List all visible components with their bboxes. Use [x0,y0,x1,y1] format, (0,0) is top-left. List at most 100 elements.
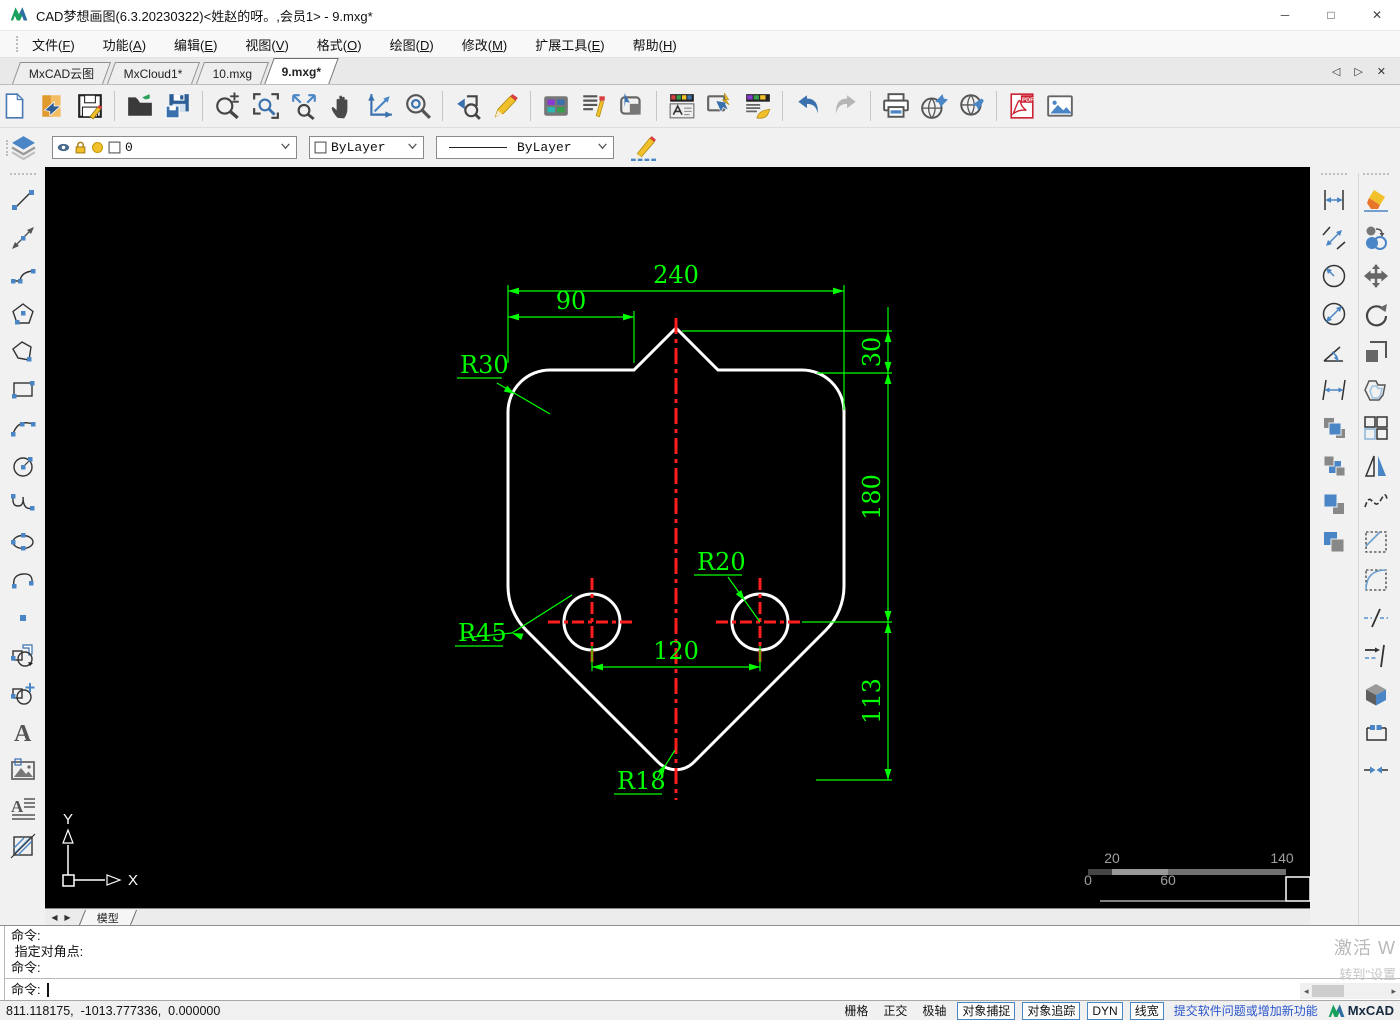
polygon-button[interactable] [7,298,38,329]
menu-item-m6[interactable]: 修改(M) [462,35,508,54]
select-object-button[interactable] [613,88,650,125]
insert-image-button[interactable] [1041,88,1078,125]
tab-scroll-right-button[interactable]: ▷ [1354,65,1362,78]
menu-item-h8[interactable]: 帮助(H) [633,35,677,54]
undo-button[interactable] [789,88,826,125]
zoom-center-button[interactable] [399,88,436,125]
fillet-button[interactable] [1361,564,1392,595]
color-palette-button[interactable] [537,88,574,125]
dim-linear-button[interactable] [1318,184,1349,215]
menu-item-e2[interactable]: 编辑(E) [174,35,217,54]
join-button[interactable] [1361,754,1392,785]
close-button[interactable]: ✕ [1354,0,1400,30]
arc-3point-button[interactable] [7,412,38,443]
feedback-link[interactable]: 提交软件问题或增加新功能 [1174,1002,1318,1019]
axis-tracking-button[interactable] [361,88,398,125]
spline-button[interactable] [7,488,38,519]
status-toggle-5[interactable]: DYN [1087,1001,1123,1020]
trim-button[interactable] [1361,602,1392,633]
edit-pencil-button[interactable] [487,88,524,125]
linetype-select[interactable]: ByLayer [436,136,614,159]
document-tab-MxCAD[interactable]: MxCAD云图 [11,62,112,84]
rectangle-button[interactable] [7,374,38,405]
status-toggle-4[interactable]: 对象追踪 [1022,1001,1081,1020]
menu-item-f0[interactable]: 文件(F) [32,35,75,54]
tab-scroll-left-button[interactable]: ◁ [1332,65,1340,78]
zoom-window-button[interactable] [247,88,284,125]
menu-item-e7[interactable]: 扩展工具(E) [535,35,604,54]
copy-object-button[interactable] [1361,222,1392,253]
construction-line-button[interactable] [7,222,38,253]
hatch-button[interactable] [7,830,38,861]
document-tab-9mxg[interactable]: 9.mxg* [264,58,340,84]
redo-button[interactable] [827,88,864,125]
chamfer-button[interactable] [1361,526,1392,557]
status-toggle-3[interactable]: 对象捕捉 [957,1001,1016,1020]
open-drawing-button[interactable] [33,88,70,125]
document-tab-MxCloud1[interactable]: MxCloud1* [107,62,201,84]
rotate-button[interactable] [1361,298,1392,329]
edit-polyline-button[interactable] [1361,488,1392,519]
dim-angular-button[interactable] [1318,336,1349,367]
dim-aligned-button[interactable] [1318,222,1349,253]
dim-continue-button[interactable] [1318,374,1349,405]
array-button[interactable] [1361,412,1392,443]
status-toggle-2[interactable]: 极轴 [918,1003,950,1019]
publish-web-button[interactable] [915,88,952,125]
stretch-button[interactable] [1361,336,1392,367]
menu-item-v3[interactable]: 视图(V) [245,35,288,54]
layer-settings-button[interactable] [663,88,700,125]
match-properties-button[interactable] [739,88,776,125]
scroll-right-arrow[interactable]: ▸ [1391,986,1396,997]
dim-diameter-button[interactable] [1318,298,1349,329]
menu-item-o4[interactable]: 格式(O) [317,35,362,54]
draworder-front-button[interactable] [1318,412,1349,443]
new-file-button[interactable] [0,88,32,125]
break-button[interactable] [1361,716,1392,747]
layer-manager-button[interactable] [6,131,40,165]
mtext-button[interactable]: A [7,792,38,823]
point-button[interactable] [7,602,38,633]
quick-select-button[interactable] [701,88,738,125]
open-web-button[interactable] [953,88,990,125]
move-button[interactable] [1361,260,1392,291]
status-toggle-0[interactable]: 栅格 [840,1003,872,1019]
command-input[interactable]: 命令: [5,979,1400,1000]
lineweight-button[interactable] [626,131,660,165]
polyline-button[interactable] [7,336,38,367]
export-pdf-button[interactable]: PDF [1003,88,1040,125]
minimize-button[interactable]: ─ [1262,0,1308,30]
status-toggle-6[interactable]: 线宽 [1129,1001,1164,1020]
extend-button[interactable] [1361,640,1392,671]
scroll-left-arrow[interactable]: ◂ [1304,986,1309,997]
pan-button[interactable] [323,88,360,125]
color-select[interactable]: ByLayer [309,136,424,159]
tab-close-button[interactable]: ✕ [1377,65,1386,78]
line-button[interactable] [7,184,38,215]
view-previous-button[interactable] [449,88,486,125]
image-button[interactable] [7,754,38,785]
draworder-above-button[interactable] [1318,488,1349,519]
arc-continue-button[interactable] [7,564,38,595]
create-block-button[interactable] [7,678,38,709]
document-tab-10mxg[interactable]: 10.mxg [196,62,270,84]
drawing-canvas[interactable]: 2409030180113120R30R45R20R1820 1400 60YX [45,167,1310,908]
mirror-button[interactable] [1361,450,1392,481]
menu-item-d5[interactable]: 绘图(D) [390,35,434,54]
save-drawing-button[interactable] [71,88,108,125]
explode-button[interactable] [1361,678,1392,709]
erase-button[interactable] [1361,184,1392,215]
print-button[interactable] [877,88,914,125]
arc-button[interactable] [7,260,38,291]
circle-button[interactable] [7,450,38,481]
command-scrollbar[interactable]: ◂ ▸ [1300,983,1400,999]
text-button[interactable]: A [7,716,38,747]
status-toggle-1[interactable]: 正交 [879,1003,911,1019]
menu-item-a1[interactable]: 功能(A) [103,35,146,54]
ellipse-button[interactable] [7,526,38,557]
layer-select[interactable]: 0 [52,136,297,159]
layout-next-button[interactable]: ▶ [61,911,74,924]
zoom-scale-button[interactable] [209,88,246,125]
maximize-button[interactable]: □ [1308,0,1354,30]
scrollbar-thumb[interactable] [1311,985,1344,997]
